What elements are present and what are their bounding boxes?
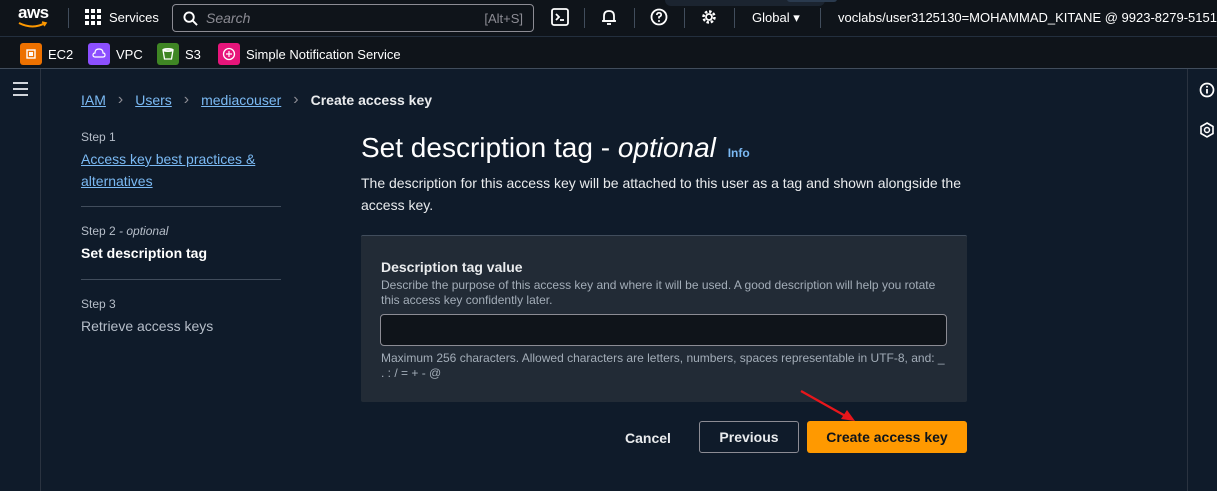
chevron-right-icon: ›: [183, 91, 190, 108]
vpc-icon: [88, 43, 110, 65]
search-input[interactable]: Search [Alt+S]: [172, 4, 534, 32]
search-placeholder: Search: [206, 10, 251, 26]
favorite-sns[interactable]: Simple Notification Service: [218, 43, 401, 65]
region-selector[interactable]: Global ▾: [752, 10, 800, 26]
previous-button[interactable]: Previous: [699, 421, 799, 453]
ec2-icon: [20, 43, 42, 65]
wizard-step-2: Step 2 - optional Set description tag: [81, 224, 281, 261]
favorite-label: Simple Notification Service: [246, 46, 401, 62]
sns-icon: [218, 43, 240, 65]
step-label-current: Set description tag: [81, 245, 208, 261]
chevron-right-icon: ›: [117, 91, 124, 108]
annotation-arrow-icon: [800, 390, 855, 421]
wizard-steps: Step 1 Access key best practices & alter…: [81, 130, 281, 334]
wizard-step-3: Step 3 Retrieve access keys: [81, 297, 281, 334]
side-navigation-rail: [0, 69, 41, 491]
divider: [81, 206, 281, 207]
favorite-label: VPC: [116, 46, 143, 62]
favorite-label: S3: [185, 46, 201, 62]
divider: [634, 8, 635, 28]
menu-hamburger-icon[interactable]: [13, 82, 28, 100]
overlay-pill-handle: [787, 0, 837, 2]
breadcrumb: IAM › Users › mediacouser › Create acces…: [81, 91, 432, 109]
favorites-bar: EC2 VPC S3 Simple Notification Service: [0, 36, 1217, 69]
aws-smile-icon: [18, 21, 48, 28]
field-hint: Describe the purpose of this access key …: [381, 278, 936, 307]
favorite-s3[interactable]: S3: [157, 43, 201, 65]
field-constraint: Maximum 256 characters. Allowed characte…: [381, 351, 945, 380]
cloudshell-icon[interactable]: [551, 8, 571, 28]
tools-rail: [1187, 69, 1217, 491]
top-navigation: aws Services Search [Alt+S] Global ▾ voc…: [0, 0, 1217, 36]
description-tag-panel: Description tag value Describe the purpo…: [361, 235, 967, 402]
page-title: Set description tag - optional Info: [361, 132, 750, 164]
search-shortcut: [Alt+S]: [484, 10, 523, 26]
account-label: voclabs/user3125130=MOHAMMAD_KITANE @ 99…: [838, 10, 1217, 25]
page-title-optional: optional: [617, 132, 716, 163]
account-menu[interactable]: voclabs/user3125130=MOHAMMAD_KITANE @ 99…: [838, 10, 1217, 26]
divider: [68, 8, 69, 28]
region-label: Global: [752, 10, 790, 25]
divider: [734, 8, 735, 28]
gear-icon[interactable]: [700, 8, 720, 28]
step-label: Retrieve access keys: [81, 318, 214, 334]
services-label: Services: [109, 9, 159, 25]
step-link-best-practices[interactable]: Access key best practices & alternatives: [81, 148, 281, 192]
divider: [584, 8, 585, 28]
breadcrumb-current: Create access key: [310, 92, 433, 108]
security-shield-icon[interactable]: [1199, 122, 1215, 138]
aws-logo-text: aws: [18, 3, 49, 22]
favorite-ec2[interactable]: EC2: [20, 43, 73, 65]
grid-icon: [85, 9, 101, 25]
s3-bucket-icon: [157, 43, 179, 65]
caret-down-icon: ▾: [793, 10, 800, 25]
step-number: Step 1: [81, 130, 116, 144]
field-label: Description tag value: [381, 259, 523, 275]
description-tag-input[interactable]: [380, 314, 947, 346]
page-title-text: Set description tag -: [361, 132, 618, 163]
info-circle-icon[interactable]: [1199, 82, 1215, 98]
divider: [820, 8, 821, 28]
cancel-button[interactable]: Cancel: [615, 424, 681, 452]
wizard-step-1: Step 1 Access key best practices & alter…: [81, 130, 281, 192]
divider: [81, 279, 281, 280]
page-description: The description for this access key will…: [361, 175, 962, 213]
chevron-right-icon: ›: [293, 91, 299, 108]
favorite-label: EC2: [48, 46, 74, 62]
help-icon[interactable]: [650, 8, 670, 28]
info-link[interactable]: Info: [728, 146, 750, 160]
breadcrumb-user[interactable]: mediacouser: [201, 92, 281, 108]
favorite-vpc[interactable]: VPC: [88, 43, 143, 65]
breadcrumb-iam[interactable]: IAM: [81, 92, 106, 108]
breadcrumb-users[interactable]: Users: [135, 92, 172, 108]
services-menu-button[interactable]: Services: [85, 9, 159, 25]
notifications-bell-icon[interactable]: [600, 8, 620, 28]
step-number: Step 3: [81, 297, 116, 311]
aws-logo[interactable]: aws: [18, 4, 52, 32]
divider: [684, 8, 685, 28]
search-icon: [183, 10, 198, 26]
step-optional-label: - optional: [119, 224, 169, 238]
step-number: Step 2: [81, 224, 116, 238]
